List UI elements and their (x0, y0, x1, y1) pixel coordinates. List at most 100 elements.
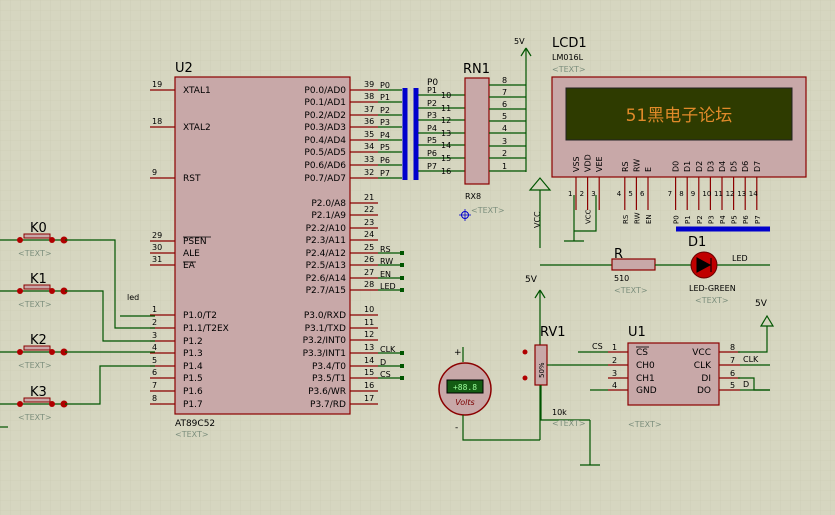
lcd-pin-net: RS (622, 214, 630, 224)
u1-pin-name: CH1 (636, 374, 655, 384)
lcd-pin-net: RW (633, 212, 641, 224)
key-contact-icon (17, 349, 23, 355)
u2-pin-name: P0.6/AD6 (304, 161, 346, 171)
u2-pin-number: 31 (152, 255, 162, 264)
u2-pin-name: P0.3/AD3 (304, 123, 346, 133)
u2-pin-number: 27 (364, 268, 374, 277)
key-placeholder: <TEXT> (18, 249, 52, 258)
rn1-left-net: P6 (427, 149, 437, 158)
rn1-left-net: P4 (427, 124, 437, 133)
u2-pin-number: 12 (364, 330, 374, 339)
u1-ref: U1 (628, 325, 646, 340)
rv1-placeholder: <TEXT> (552, 419, 586, 428)
u2-pin-number: 19 (152, 80, 162, 89)
u1-pin-number: 5 (730, 381, 735, 390)
net-terminal (400, 351, 404, 355)
u2-net-label: P3 (380, 118, 390, 127)
u1-pin-name: DI (701, 374, 711, 384)
u2-pin-name: PSEN (183, 237, 207, 247)
lcd-pin-net: VCC (585, 209, 593, 224)
u2-pin-number: 10 (364, 305, 374, 314)
u2-pin-number: 23 (364, 218, 374, 227)
rn1-left-net: P1 (427, 86, 437, 95)
lcd1-ref: LCD1 (552, 36, 587, 51)
u1-pin-name: GND (636, 386, 657, 396)
rn1-right-pin: 6 (502, 100, 507, 109)
key-cap[interactable] (23, 233, 51, 239)
lcd-pin-name: RS (621, 161, 630, 172)
u2-pin-number: 6 (152, 368, 157, 377)
lcd-pin-number: 8 (679, 190, 683, 198)
u2-net-label: P6 (380, 156, 390, 165)
rv1-up-icon[interactable] (522, 349, 528, 355)
u2-pin-number: 37 (364, 105, 374, 114)
u2-pin-number: 2 (152, 318, 157, 327)
u2-net-label: P5 (380, 143, 390, 152)
lcd-pin-name: D6 (741, 161, 750, 172)
u2-pin-name: P2.7/A15 (306, 286, 346, 296)
d1-placeholder: <TEXT> (695, 296, 729, 305)
u2-pin-name: P1.3 (183, 349, 203, 359)
lcd-pin-net: EN (645, 214, 653, 224)
lcd-pin-name: VDD (584, 154, 593, 172)
u2-pin-name: P1.2 (183, 337, 203, 347)
u2-pin-name: P2.5/A13 (306, 261, 346, 271)
lcd-pin-number: 3 (591, 190, 595, 198)
u2-pin-number: 5 (152, 356, 157, 365)
u2-pin-number: 1 (152, 305, 157, 314)
key-contact-icon (49, 237, 55, 243)
net-terminal (400, 376, 404, 380)
u2-pin-number: 33 (364, 155, 374, 164)
key-cap[interactable] (23, 345, 51, 351)
rn1-left-pin: 12 (441, 116, 451, 125)
key-placeholder: <TEXT> (18, 361, 52, 370)
schematic-canvas[interactable]: U2 AT89C52 <TEXT> 19 XTAL1 18 XTAL2 9 RST 29 PS… (0, 0, 835, 515)
u1-pin-number: 6 (730, 369, 735, 378)
u1-pin-number: 7 (730, 356, 735, 365)
u2-pin-name: P1.1/T2EX (183, 324, 229, 334)
u2-part: AT89C52 (175, 419, 215, 429)
lcd-pin-number: 11 (714, 190, 723, 198)
rn1-body (464, 77, 490, 185)
lcd-pin-name: D7 (753, 161, 762, 172)
key-cap[interactable] (23, 397, 51, 403)
rv1-down-icon[interactable] (522, 375, 528, 381)
vcc-net-label: VCC (533, 211, 542, 228)
rn1-ref: RN1 (463, 62, 490, 77)
u2-pin-name: P0.1/AD1 (304, 98, 346, 108)
rn1-right-pin: 8 (502, 76, 507, 85)
u2-pin-name: P0.5/AD5 (304, 148, 346, 158)
u2-pin-number: 13 (364, 343, 374, 352)
lcd-pin-net: P5 (731, 215, 739, 224)
u2-net-label: P4 (380, 131, 390, 140)
lcd-pin-name: VSS (572, 156, 581, 172)
u1-pin-number: 8 (730, 343, 735, 352)
r-placeholder: <TEXT> (614, 286, 648, 295)
u1-net-label: D (743, 380, 749, 389)
rn1-right-pin: 1 (502, 162, 507, 171)
u1-pin-name: CS (636, 348, 648, 358)
u2-pin-name: P0.7/AD7 (304, 174, 346, 184)
lcd-pin-net: P2 (696, 215, 704, 224)
u2-pin-number: 8 (152, 394, 157, 403)
u1-placeholder: <TEXT> (628, 420, 662, 429)
key-cap[interactable] (23, 284, 51, 290)
net-terminal (400, 364, 404, 368)
lcd-pin-number: 9 (691, 190, 695, 198)
u2-microcontroller[interactable]: U2 AT89C52 <TEXT> 19XTAL118XTAL29RST29PS… (150, 61, 404, 439)
u2-ref: U2 (175, 61, 193, 76)
u2-pin-name: XTAL2 (183, 123, 211, 133)
rn1-left-pin: 11 (441, 104, 451, 113)
u2-pin-number: 22 (364, 205, 374, 214)
lcd-pin-net: P4 (719, 215, 727, 224)
key-contact-icon (17, 237, 23, 243)
rn1-left-pin: 13 (441, 129, 451, 138)
u1-pin-name: CH0 (636, 361, 655, 371)
lcd-pin-number: 10 (702, 190, 711, 198)
u2-pin-number: 4 (152, 343, 157, 352)
rv1-percent: 50% (538, 362, 546, 378)
lcd-pin-net: P7 (754, 215, 762, 224)
u2-pin-name: P0.0/AD0 (304, 86, 346, 96)
rn1-left-net: P3 (427, 111, 437, 120)
u2-pin-name: P2.4/A12 (306, 249, 346, 259)
